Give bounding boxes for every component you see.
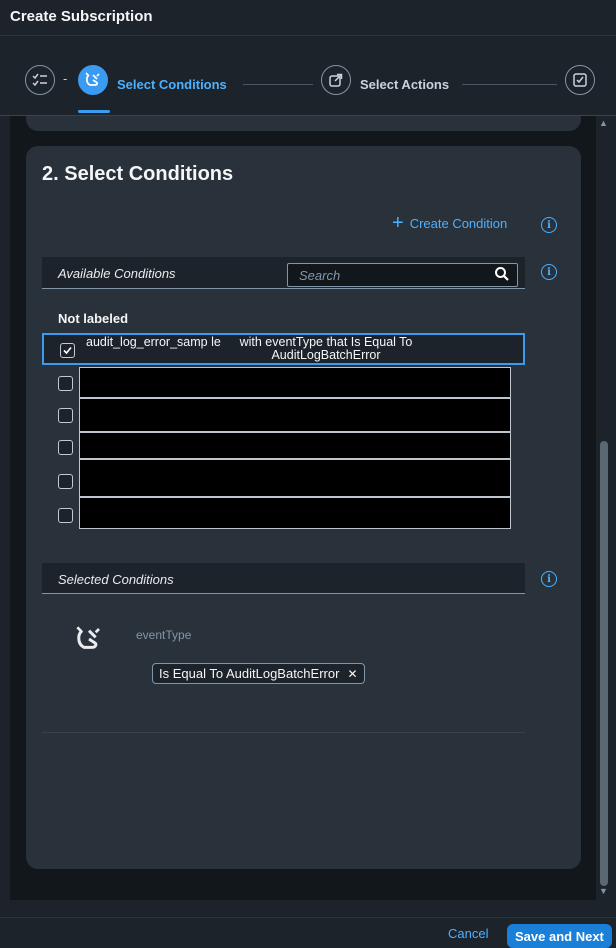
redacted-block bbox=[79, 459, 511, 497]
scroll-down-icon[interactable]: ▼ bbox=[599, 886, 608, 896]
condition-description: with eventType that Is Equal To AuditLog… bbox=[239, 335, 413, 362]
row-checkbox[interactable] bbox=[58, 508, 73, 523]
step-connector bbox=[462, 84, 557, 85]
redacted-block bbox=[79, 367, 511, 398]
event-type-label: eventType bbox=[136, 628, 192, 642]
info-icon[interactable]: i bbox=[541, 217, 557, 233]
redacted-block bbox=[79, 497, 511, 529]
step-checklist-icon[interactable] bbox=[25, 65, 55, 95]
dialog-title-bar: Create Subscription bbox=[0, 0, 616, 36]
search-input[interactable]: Search bbox=[287, 263, 518, 287]
redacted-block bbox=[79, 398, 511, 432]
info-icon[interactable]: i bbox=[541, 571, 557, 587]
cancel-button[interactable]: Cancel bbox=[440, 924, 496, 943]
step-label-select-conditions[interactable]: Select Conditions bbox=[117, 77, 227, 92]
section-title: 2. Select Conditions bbox=[42, 163, 234, 185]
selected-conditions-header: Selected Conditions bbox=[42, 563, 525, 594]
step-label-select-actions[interactable]: Select Actions bbox=[360, 77, 449, 92]
available-conditions-title: Available Conditions bbox=[58, 266, 176, 281]
selected-conditions-title: Selected Conditions bbox=[58, 572, 174, 587]
create-condition-label: Create Condition bbox=[409, 215, 508, 231]
row-checkbox[interactable] bbox=[60, 343, 75, 358]
search-icon[interactable] bbox=[494, 266, 510, 287]
step-connector bbox=[243, 84, 313, 85]
active-step-indicator bbox=[78, 110, 110, 113]
row-checkbox[interactable] bbox=[58, 408, 73, 423]
conditions-icon bbox=[74, 624, 104, 659]
plus-icon: + bbox=[392, 212, 404, 234]
wizard-header: - Select Conditions Select Actions bbox=[0, 36, 616, 116]
condition-name: audit_log_error_samp le bbox=[86, 335, 221, 349]
save-and-next-button[interactable]: Save and Next bbox=[507, 924, 612, 948]
group-label: Not labeled bbox=[58, 311, 129, 326]
remove-token-icon[interactable]: ✕ bbox=[347, 667, 357, 681]
search-placeholder: Search bbox=[299, 268, 341, 283]
vertical-scrollbar[interactable]: ▲ ▼ bbox=[596, 116, 616, 900]
row-checkbox[interactable] bbox=[58, 474, 73, 489]
condition-row-selected[interactable]: audit_log_error_samp le with eventType t… bbox=[42, 333, 525, 365]
scroll-up-icon[interactable]: ▲ bbox=[599, 118, 608, 128]
step-separator: - bbox=[63, 71, 68, 86]
row-checkbox[interactable] bbox=[58, 376, 73, 391]
step-checkbox-icon[interactable] bbox=[565, 65, 595, 95]
scrollbar-thumb[interactable] bbox=[600, 441, 608, 886]
redacted-block bbox=[79, 432, 511, 459]
available-conditions-header: Available Conditions Search bbox=[42, 257, 525, 289]
create-condition-button[interactable]: + Create Condition bbox=[392, 212, 508, 234]
step-conditions-icon[interactable] bbox=[78, 65, 108, 95]
dialog-title: Create Subscription bbox=[10, 8, 153, 25]
row-checkbox[interactable] bbox=[58, 440, 73, 455]
condition-token: Is Equal To AuditLogBatchError ✕ bbox=[152, 663, 365, 684]
previous-section-card bbox=[26, 116, 581, 131]
step-share-icon[interactable] bbox=[321, 65, 351, 95]
info-icon[interactable]: i bbox=[541, 264, 557, 280]
token-text: Is Equal To AuditLogBatchError bbox=[159, 666, 340, 681]
